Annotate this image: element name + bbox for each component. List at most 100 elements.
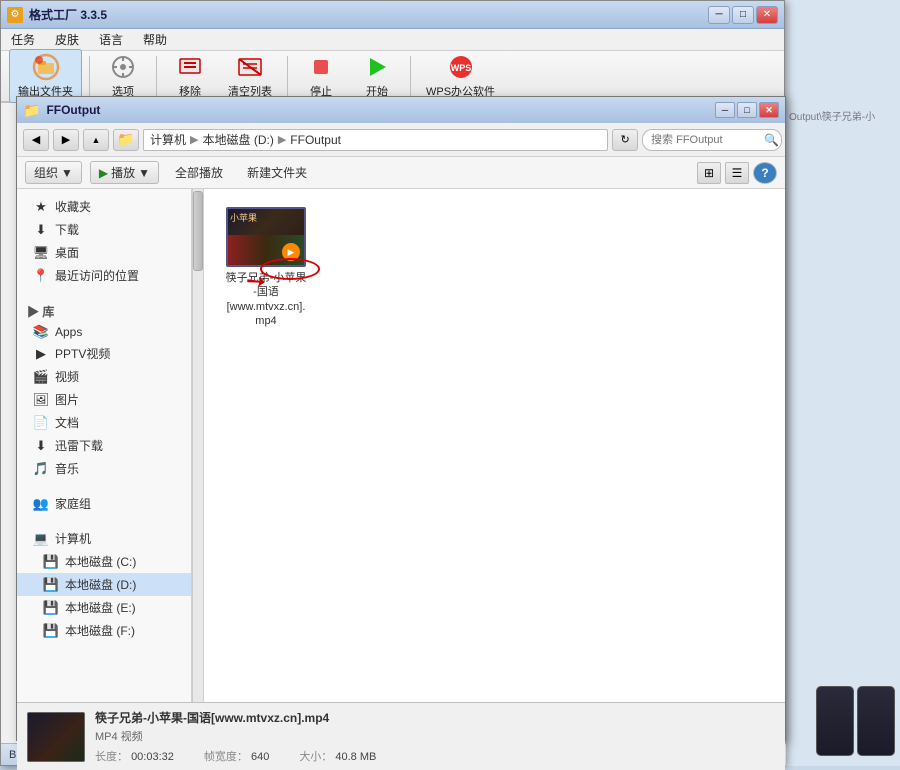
status-filetype: MP4 视频 [95, 728, 775, 744]
fb-status-bar: 筷子兄弟-小苹果-国语[www.mtvxz.cn].mp4 MP4 视频 长度：… [17, 702, 785, 770]
sidebar-item-thunder[interactable]: ⬇ 迅雷下载 [17, 434, 191, 457]
music-icon: 🎵 [33, 462, 49, 476]
sidebar-homegroup-section: 👥 家庭组 [17, 484, 191, 515]
sidebar-favorites-section: ★ 收藏夹 ⬇ 下载 🖥 桌面 📍 最近访问 [17, 195, 191, 287]
fb-close-button[interactable]: ✕ [759, 102, 779, 118]
fb-toolbar: 组织 ▼ ▶ 播放 ▼ 全部播放 新建文件夹 ⊞ ☰ ? [17, 157, 785, 189]
stop-button[interactable]: 停止 [295, 50, 347, 102]
sidebar-desktop-label: 桌面 [55, 244, 79, 261]
fb-minimize-button[interactable]: ─ [715, 102, 735, 118]
options-button[interactable]: 选项 [97, 50, 149, 102]
forward-button[interactable]: ▶ [53, 129, 79, 151]
sidebar-item-homegroup[interactable]: 👥 家庭组 [17, 492, 191, 515]
sidebar-music-label: 音乐 [55, 460, 79, 477]
title-bar: ⚙ 格式工厂 3.3.5 ─ □ ✕ [1, 1, 784, 29]
sidebar-pptv-label: PPTV视频 [55, 345, 110, 362]
menu-item-lang[interactable]: 语言 [93, 29, 129, 50]
clear-icon [236, 53, 264, 81]
status-filename: 筷子兄弟-小苹果-国语[www.mtvxz.cn].mp4 [95, 709, 775, 726]
address-bar: ◀ ▶ ▲ 📁 计算机 ▶ 本地磁盘 (D:) ▶ FFOutput ↻ 🔍 [17, 123, 785, 157]
sidebar-scrollbar-thumb[interactable] [193, 191, 203, 271]
wps-button[interactable]: WPS WPS办公软件 [418, 50, 503, 102]
organize-button[interactable]: 组织 ▼ [25, 161, 82, 184]
toolbar-sep-4 [410, 56, 411, 96]
file-item-mp4[interactable]: 小苹果 ▶ 筷子兄弟-小苹果 -国语 [www.mtvxz.cn]. mp4 [216, 201, 316, 334]
sidebar-item-drive-d[interactable]: 💾 本地磁盘 (D:) [17, 573, 191, 596]
fb-content: ★ 收藏夹 ⬇ 下载 🖥 桌面 📍 最近访问 [17, 189, 785, 702]
address-path[interactable]: 计算机 ▶ 本地磁盘 (D:) ▶ FFOutput [143, 129, 608, 151]
sidebar-drive-c-label: 本地磁盘 (C:) [65, 553, 136, 570]
play-button[interactable]: ▶ 播放 ▼ [90, 161, 159, 184]
sidebar-item-pptv[interactable]: ▶ PPTV视频 [17, 342, 191, 365]
fb-title-bar: 📁 FFOutput ─ □ ✕ [17, 97, 785, 123]
drive-d-icon: 💾 [43, 578, 59, 592]
sidebar-downloads-label: 下载 [55, 221, 79, 238]
phone-thumbnail-1 [816, 686, 854, 756]
sidebar-library-group: ▶ 库 [17, 299, 191, 322]
pictures-icon: 🖼 [33, 393, 49, 407]
video-icon: 🎬 [33, 370, 49, 384]
organize-label: 组织 [34, 164, 58, 181]
pptv-icon: ▶ [33, 347, 49, 361]
sidebar-item-pictures[interactable]: 🖼 图片 [17, 388, 191, 411]
fb-window-title: FFOutput [46, 103, 100, 117]
path-drive: 本地磁盘 (D:) [202, 131, 273, 148]
sidebar-item-apps[interactable]: 📚 Apps [17, 322, 191, 342]
refresh-button[interactable]: ↻ [612, 129, 638, 151]
sidebar-item-drive-f[interactable]: 💾 本地磁盘 (F:) [17, 619, 191, 642]
file-browser-window: 📁 FFOutput ─ □ ✕ ◀ ▶ ▲ 📁 计算机 ▶ 本地磁盘 (D:)… [16, 96, 786, 741]
sidebar-drive-e-label: 本地磁盘 (E:) [65, 599, 136, 616]
remove-button[interactable]: 移除 [164, 50, 216, 102]
up-button[interactable]: ▲ [83, 129, 109, 151]
sidebar-video-label: 视频 [55, 368, 79, 385]
help-button[interactable]: ? [753, 162, 777, 184]
minimize-button[interactable]: ─ [708, 6, 730, 24]
menu-item-skin[interactable]: 皮肤 [49, 29, 85, 50]
app-icon: ⚙ [7, 7, 23, 23]
sidebar-item-docs[interactable]: 📄 文档 [17, 411, 191, 434]
sidebar-item-recent[interactable]: 📍 最近访问的位置 [17, 264, 191, 287]
path-folder: FFOutput [290, 133, 341, 147]
sidebar-item-favorites[interactable]: ★ 收藏夹 [17, 195, 191, 218]
sidebar-item-drive-e[interactable]: 💾 本地磁盘 (E:) [17, 596, 191, 619]
menu-item-task[interactable]: 任务 [5, 29, 41, 50]
status-size: 大小： 40.8 MB [299, 748, 376, 764]
app-title: 格式工厂 3.3.5 [29, 6, 107, 23]
fb-maximize-button[interactable]: □ [737, 102, 757, 118]
thunder-icon: ⬇ [33, 439, 49, 453]
apps-icon: 📚 [33, 325, 49, 339]
menu-bar: 任务 皮肤 语言 帮助 [1, 29, 784, 51]
folder-icon-nav: 📁 [113, 129, 139, 151]
view-toggle-button[interactable]: ☰ [725, 162, 749, 184]
sidebar-item-music[interactable]: 🎵 音乐 [17, 457, 191, 480]
close-button[interactable]: ✕ [756, 6, 778, 24]
back-button[interactable]: ◀ [23, 129, 49, 151]
menu-item-help[interactable]: 帮助 [137, 29, 173, 50]
sidebar-thunder-label: 迅雷下载 [55, 437, 103, 454]
status-thumbnail [27, 712, 85, 762]
drive-e-icon: 💾 [43, 601, 59, 615]
status-width: 帧宽度： 640 [204, 748, 269, 764]
sidebar-item-video[interactable]: 🎬 视频 [17, 365, 191, 388]
file-name-display: 筷子兄弟-小苹果 -国语 [www.mtvxz.cn]. mp4 [226, 271, 307, 328]
start-button[interactable]: 开始 [351, 50, 403, 102]
sidebar-item-desktop[interactable]: 🖥 桌面 [17, 241, 191, 264]
sidebar-item-computer[interactable]: 💻 计算机 [17, 527, 191, 550]
play-overlay-icon: ▶ [282, 243, 300, 261]
phone-thumbnail-2 [857, 686, 895, 756]
search-input[interactable] [642, 129, 782, 151]
sidebar-scrollbar[interactable] [192, 189, 203, 702]
all-play-button[interactable]: 全部播放 [167, 162, 231, 183]
sidebar-item-downloads[interactable]: ⬇ 下载 [17, 218, 191, 241]
star-icon: ★ [33, 200, 49, 214]
maximize-button[interactable]: □ [732, 6, 754, 24]
clear-button[interactable]: 清空列表 [220, 50, 280, 102]
new-folder-button[interactable]: 新建文件夹 [239, 162, 315, 183]
view-options-button[interactable]: ⊞ [697, 162, 721, 184]
sidebar-homegroup-label: 家庭组 [55, 495, 91, 512]
organize-chevron-icon: ▼ [61, 166, 73, 180]
output-folder-button[interactable]: 输出文件夹 [9, 49, 82, 103]
fb-file-area: 小苹果 ▶ 筷子兄弟-小苹果 -国语 [www.mtvxz.cn]. mp4 [204, 189, 785, 702]
sidebar-recent-label: 最近访问的位置 [55, 267, 139, 284]
sidebar-item-drive-c[interactable]: 💾 本地磁盘 (C:) [17, 550, 191, 573]
